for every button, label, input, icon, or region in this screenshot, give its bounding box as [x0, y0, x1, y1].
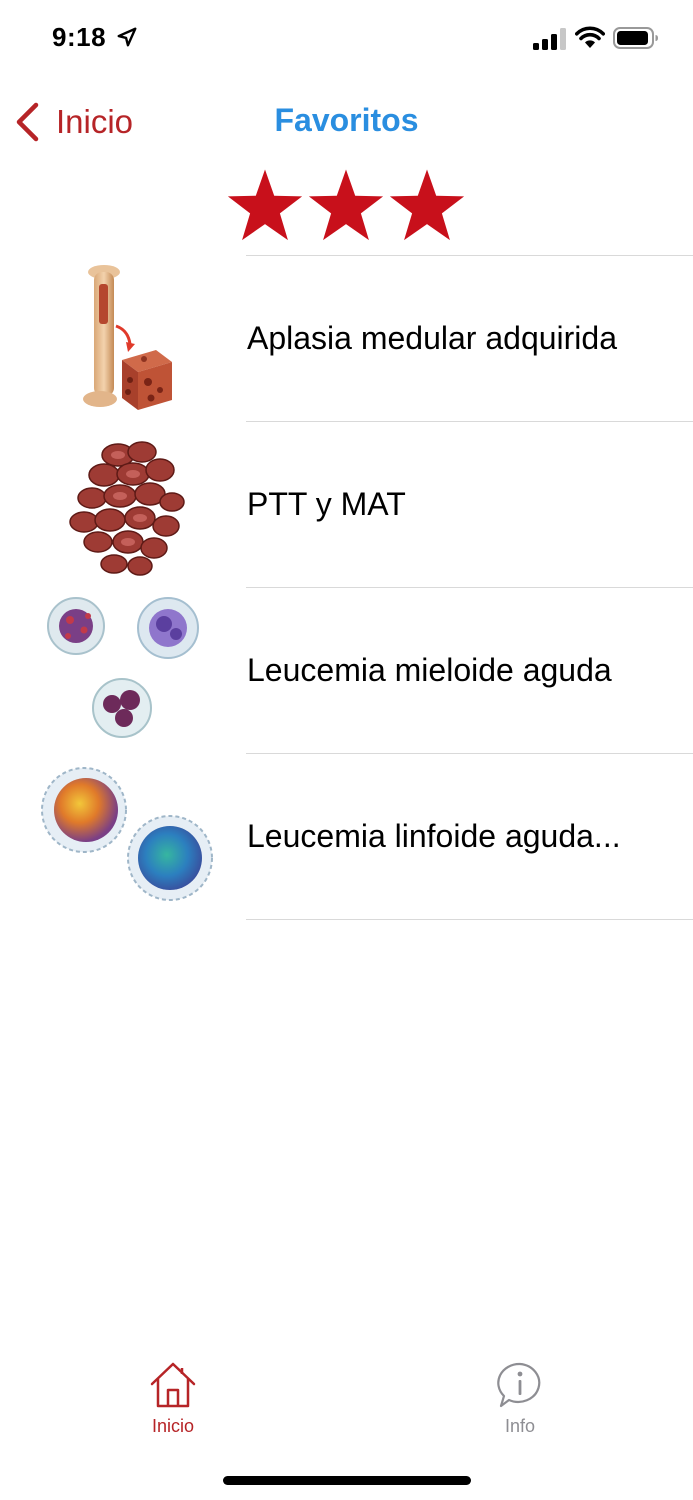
star-icon: [308, 169, 384, 241]
list-item-label: Leucemia mieloide aguda: [247, 652, 612, 688]
favorites-list: Aplasia medular adquirida PTT y MAT Leuc…: [0, 255, 693, 920]
list-item-label: Leucemia linfoide aguda...: [247, 818, 621, 854]
star-icon: [227, 169, 303, 241]
list-item[interactable]: PTT y MAT: [0, 422, 693, 587]
list-item-label: PTT y MAT: [247, 486, 406, 522]
tab-label: Info: [504, 1416, 536, 1436]
lymphoid-cells-image: [41, 767, 213, 901]
home-icon: [150, 1362, 196, 1408]
myeloid-cells-image: [47, 597, 199, 738]
tab-inicio[interactable]: Inicio: [113, 1360, 233, 1450]
list-item[interactable]: Leucemia linfoide aguda...: [0, 754, 693, 919]
tab-bar: Inicio Info: [0, 1350, 693, 1460]
red-cells-cluster-image: [69, 441, 185, 576]
status-bar: 9:18: [0, 0, 693, 80]
home-indicator: [223, 1476, 471, 1485]
list-item-label: Aplasia medular adquirida: [247, 320, 617, 356]
info-bubble-icon: [497, 1362, 541, 1408]
list-item[interactable]: Leucemia mieloide aguda: [0, 588, 693, 753]
favorites-stars: [226, 168, 466, 250]
back-button[interactable]: Inicio: [14, 100, 133, 144]
list-separator: [246, 919, 693, 920]
bone-marrow-image: [83, 265, 172, 410]
status-time: 9:18: [52, 22, 107, 52]
list-item[interactable]: Aplasia medular adquirida: [0, 256, 693, 421]
tab-label: Inicio: [151, 1416, 195, 1436]
tab-info[interactable]: Info: [460, 1360, 580, 1450]
cellular-signal-icon: [533, 28, 566, 50]
battery-icon: [613, 27, 658, 49]
back-button-label: Inicio: [56, 103, 134, 140]
chevron-left-icon: [16, 102, 39, 142]
star-icon: [389, 169, 465, 241]
navigation-bar: Favoritos Inicio: [0, 90, 693, 154]
wifi-icon: [575, 26, 605, 48]
location-arrow-icon: [117, 27, 137, 47]
